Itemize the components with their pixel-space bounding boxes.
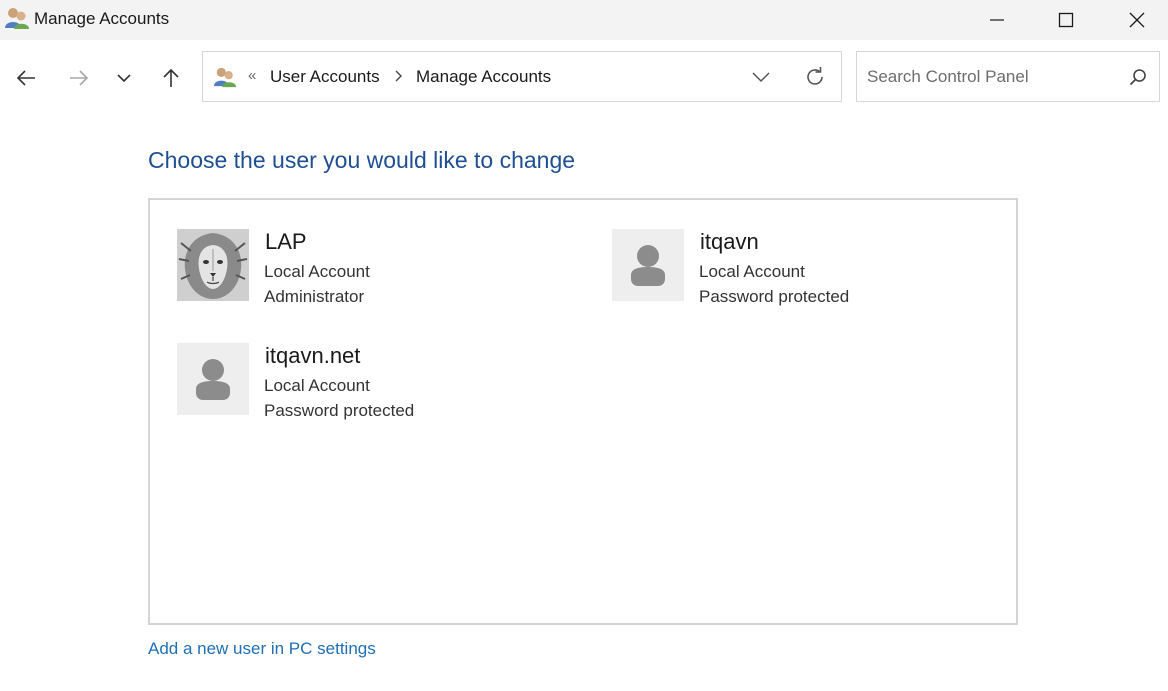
maximize-icon bbox=[1058, 12, 1074, 28]
chevron-down-icon[interactable] bbox=[749, 66, 773, 88]
user-tile-itqavn[interactable]: itqavn Local Account Password protected bbox=[612, 229, 992, 309]
forward-button[interactable] bbox=[63, 62, 95, 94]
up-arrow-icon bbox=[163, 68, 179, 87]
user-avatar-default bbox=[612, 229, 684, 301]
search-input[interactable] bbox=[858, 53, 1127, 100]
user-accounts-icon bbox=[214, 67, 236, 88]
address-bar[interactable]: « User Accounts Manage Accounts bbox=[202, 51, 842, 102]
user-tile-itqavn-net[interactable]: itqavn.net Local Account Password protec… bbox=[177, 343, 557, 423]
close-button[interactable] bbox=[1114, 0, 1160, 40]
up-button[interactable] bbox=[155, 62, 187, 94]
user-avatar-default bbox=[177, 343, 249, 415]
user-account-type: Local Account bbox=[264, 376, 370, 395]
window-title: Manage Accounts bbox=[34, 9, 170, 28]
minimize-icon bbox=[990, 19, 1004, 21]
user-list-panel: LAP Local Account Administrator itqavn L… bbox=[148, 198, 1018, 625]
search-icon[interactable] bbox=[1129, 68, 1147, 86]
user-avatar-lion bbox=[177, 229, 249, 301]
user-account-type: Local Account bbox=[264, 262, 370, 281]
search-box[interactable] bbox=[856, 51, 1160, 102]
refresh-icon[interactable] bbox=[803, 65, 827, 89]
chevron-down-icon bbox=[117, 74, 131, 83]
minimize-button[interactable] bbox=[974, 0, 1020, 40]
user-name: itqavn bbox=[700, 229, 759, 254]
user-tile-lap[interactable]: LAP Local Account Administrator bbox=[177, 229, 557, 309]
add-new-user-link[interactable]: Add a new user in PC settings bbox=[148, 639, 376, 659]
lion-avatar-icon bbox=[177, 229, 249, 301]
back-arrow-icon bbox=[16, 70, 35, 86]
user-name: LAP bbox=[265, 229, 307, 254]
recent-locations-button[interactable] bbox=[108, 62, 140, 94]
page-title: Choose the user you would like to change bbox=[148, 147, 576, 173]
user-name: itqavn.net bbox=[265, 343, 361, 368]
forward-arrow-icon bbox=[70, 70, 89, 86]
close-icon bbox=[1129, 12, 1145, 28]
default-user-icon bbox=[196, 359, 230, 400]
maximize-button[interactable] bbox=[1043, 0, 1089, 40]
user-accounts-icon bbox=[5, 8, 29, 29]
chevron-right-icon[interactable] bbox=[393, 69, 405, 83]
breadcrumb-user-accounts[interactable]: User Accounts bbox=[270, 67, 380, 87]
back-button[interactable] bbox=[10, 62, 42, 94]
user-detail: Password protected bbox=[699, 287, 850, 306]
user-detail: Password protected bbox=[264, 401, 415, 420]
default-user-icon bbox=[631, 245, 665, 286]
user-detail: Administrator bbox=[264, 287, 365, 306]
breadcrumb-manage-accounts[interactable]: Manage Accounts bbox=[416, 67, 551, 87]
breadcrumb-overflow[interactable]: « bbox=[248, 67, 256, 84]
user-account-type: Local Account bbox=[699, 262, 805, 281]
title-bar: Manage Accounts bbox=[0, 0, 1168, 40]
